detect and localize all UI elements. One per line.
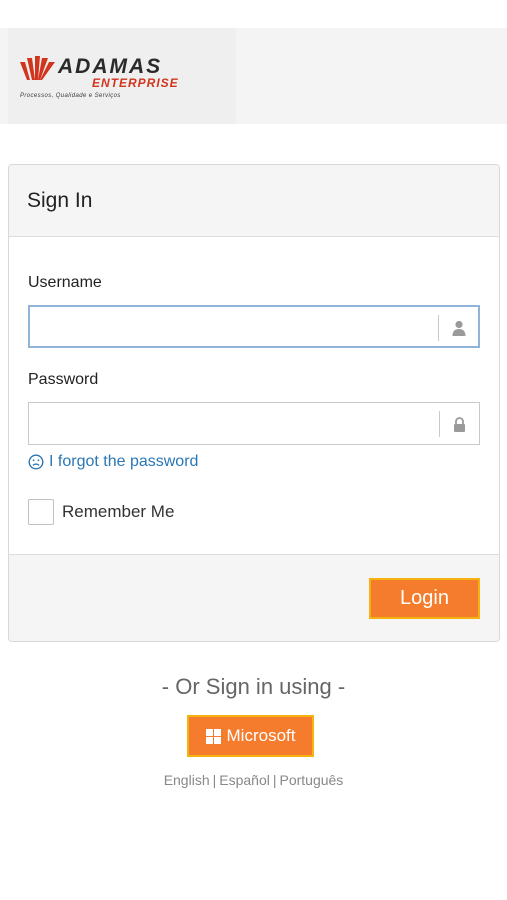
forgot-password-label: I forgot the password xyxy=(49,453,199,470)
language-separator: | xyxy=(212,772,217,788)
sign-in-title: Sign In xyxy=(27,188,93,212)
user-icon xyxy=(438,315,478,341)
language-separator: | xyxy=(272,772,277,788)
language-portugues[interactable]: Português xyxy=(279,772,343,788)
forgot-password-link[interactable]: I forgot the password xyxy=(28,453,198,471)
language-selector: English | Español | Português xyxy=(0,772,507,788)
microsoft-login-button[interactable]: Microsoft xyxy=(187,715,314,757)
remember-me-checkbox[interactable] xyxy=(28,499,54,525)
password-field[interactable] xyxy=(28,402,480,445)
alt-sign-in-text: - Or Sign in using - xyxy=(161,674,346,699)
username-label: Username xyxy=(28,274,102,291)
sign-in-panel: Sign In Username Password I forgot the p… xyxy=(8,164,500,642)
language-espanol[interactable]: Español xyxy=(219,772,270,788)
password-label: Password xyxy=(28,371,99,388)
language-english[interactable]: English xyxy=(164,772,210,788)
remember-me[interactable]: Remember Me xyxy=(28,499,174,525)
username-input[interactable] xyxy=(30,307,438,346)
login-button[interactable]: Login xyxy=(369,578,480,619)
logo-tagline: Processos, Qualidade e Serviços xyxy=(20,93,121,99)
logo-subtitle: ENTERPRISE xyxy=(92,76,179,90)
sign-in-footer: Login xyxy=(9,554,499,641)
app-header: ADAMAS ENTERPRISE Processos, Qualidade e… xyxy=(0,28,507,124)
password-input[interactable] xyxy=(29,403,437,444)
logo-mark-icon xyxy=(20,56,55,80)
company-logo: ADAMAS ENTERPRISE Processos, Qualidade e… xyxy=(8,28,236,124)
sad-face-icon xyxy=(28,454,44,470)
logo-name: ADAMAS xyxy=(58,55,163,78)
remember-me-label: Remember Me xyxy=(62,502,175,521)
sign-in-header: Sign In xyxy=(9,165,499,237)
username-field[interactable] xyxy=(28,305,480,348)
microsoft-button-label: Microsoft xyxy=(226,726,296,745)
sign-in-body: Username Password I forgot the password … xyxy=(9,237,499,555)
windows-icon xyxy=(205,728,221,744)
lock-icon xyxy=(439,411,479,437)
